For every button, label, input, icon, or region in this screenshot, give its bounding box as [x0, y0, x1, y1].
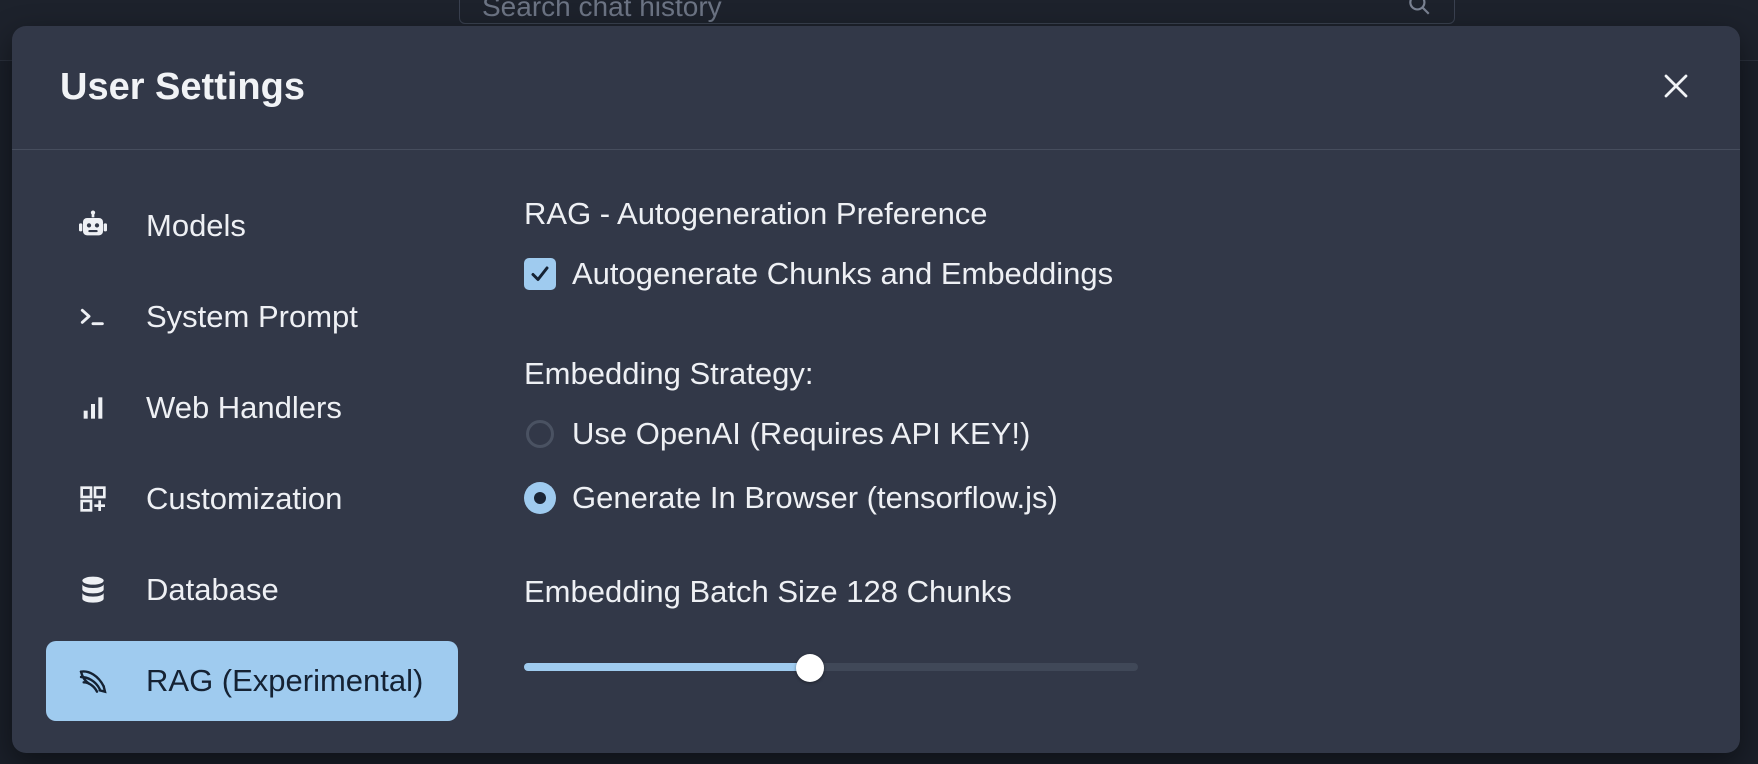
sidebar-item-label: Models	[146, 208, 246, 243]
sidebar-item-rag[interactable]: RAG (Experimental)	[46, 641, 458, 721]
strategy-option-browser[interactable]: Generate In Browser (tensorflow.js)	[524, 480, 1058, 516]
sidebar-item-database[interactable]: Database	[46, 550, 458, 630]
modal-title: User Settings	[60, 66, 305, 108]
autogen-checkbox-label: Autogenerate Chunks and Embeddings	[572, 256, 1114, 291]
strategy-option-label: Use OpenAI (Requires API KEY!)	[572, 416, 1031, 451]
search-placeholder: Search chat history	[482, 0, 722, 22]
close-icon	[1661, 71, 1691, 104]
sidebar-item-customization[interactable]: Customization	[46, 459, 458, 539]
sidebar-item-label: RAG (Experimental)	[146, 663, 424, 698]
user-settings-modal: User Settings Models System Prompt Web H…	[12, 26, 1740, 753]
radio-browser[interactable]	[524, 482, 556, 514]
strategy-heading: Embedding Strategy:	[524, 356, 814, 391]
sidebar-item-label: Customization	[146, 481, 343, 516]
autogen-checkbox-row[interactable]: Autogenerate Chunks and Embeddings	[524, 256, 1113, 292]
sidebar-item-models[interactable]: Models	[46, 186, 458, 266]
sidebar-item-label: Database	[146, 572, 279, 607]
slider-fill	[524, 663, 810, 671]
terminal-prompt-icon	[76, 300, 110, 334]
autogen-checkbox[interactable]	[524, 258, 556, 290]
sidebar-item-web-handlers[interactable]: Web Handlers	[46, 368, 458, 448]
batch-size-slider[interactable]	[524, 654, 1138, 682]
grid-add-icon	[76, 482, 110, 516]
radio-openai[interactable]	[526, 420, 554, 448]
slider-thumb[interactable]	[795, 654, 824, 682]
close-button[interactable]	[1652, 64, 1700, 112]
autogen-heading: RAG - Autogeneration Preference	[524, 196, 988, 231]
modal-body: Models System Prompt Web Handlers Custom…	[12, 150, 1740, 753]
settings-sidebar: Models System Prompt Web Handlers Custom…	[46, 186, 458, 732]
bar-chart-icon	[76, 391, 110, 425]
database-icon	[76, 573, 110, 607]
sidebar-item-label: System Prompt	[146, 299, 358, 334]
modal-header: User Settings	[12, 26, 1740, 150]
strategy-option-label: Generate In Browser (tensorflow.js)	[572, 480, 1058, 515]
radio-dot	[534, 492, 546, 504]
chat-history-search[interactable]: Search chat history	[459, 0, 1455, 24]
strategy-option-openai[interactable]: Use OpenAI (Requires API KEY!)	[524, 416, 1030, 452]
batch-size-heading: Embedding Batch Size 128 Chunks	[524, 574, 1012, 609]
feather-icon	[76, 664, 110, 698]
search-icon	[1406, 0, 1432, 24]
sidebar-item-system-prompt[interactable]: System Prompt	[46, 277, 458, 357]
sidebar-item-label: Web Handlers	[146, 390, 342, 425]
checkmark-icon	[531, 266, 549, 281]
robot-icon	[76, 209, 110, 243]
